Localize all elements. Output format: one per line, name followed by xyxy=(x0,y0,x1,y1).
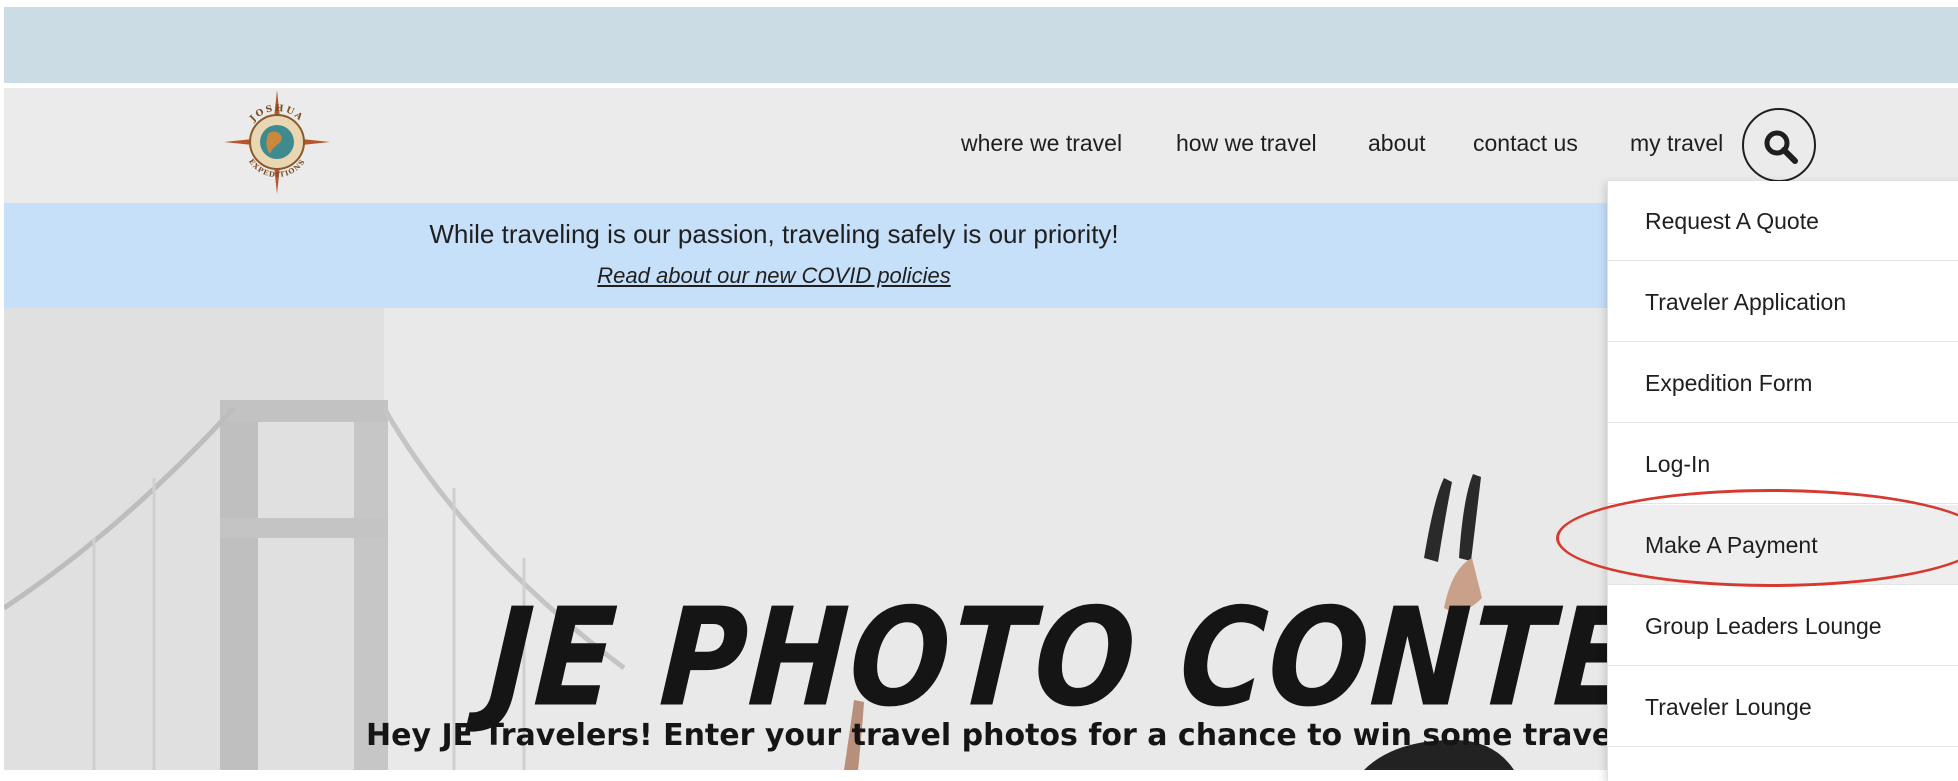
top-strip xyxy=(4,7,1958,83)
nav-contact-us[interactable]: contact us xyxy=(1473,130,1578,157)
nav-my-travel[interactable]: my travel xyxy=(1630,130,1723,157)
search-button[interactable] xyxy=(1742,108,1816,182)
nav-about[interactable]: about xyxy=(1368,130,1426,157)
search-icon xyxy=(1764,130,1798,164)
menu-item-traveler-lounge[interactable]: Traveler Lounge xyxy=(1608,667,1958,747)
menu-item-traveler-application[interactable]: Traveler Application xyxy=(1608,262,1958,342)
my-travel-dropdown-menu: Request A Quote Traveler Application Exp… xyxy=(1607,181,1958,781)
menu-item-request-a-quote[interactable]: Request A Quote xyxy=(1608,181,1958,261)
menu-item-log-in[interactable]: Log-In xyxy=(1608,424,1958,504)
nav-how-we-travel[interactable]: how we travel xyxy=(1176,130,1317,157)
covid-banner-title: While traveling is our passion, travelin… xyxy=(429,219,1119,249)
menu-item-expedition-form[interactable]: Expedition Form xyxy=(1608,343,1958,423)
nav-where-we-travel[interactable]: where we travel xyxy=(961,130,1122,157)
covid-policies-link[interactable]: Read about our new COVID policies xyxy=(4,263,1544,289)
menu-item-make-a-payment[interactable]: Make A Payment xyxy=(1608,505,1958,585)
hero-subtitle: Hey JE Travelers! Enter your travel phot… xyxy=(366,718,1670,753)
menu-item-group-leaders-lounge[interactable]: Group Leaders Lounge xyxy=(1608,586,1958,666)
